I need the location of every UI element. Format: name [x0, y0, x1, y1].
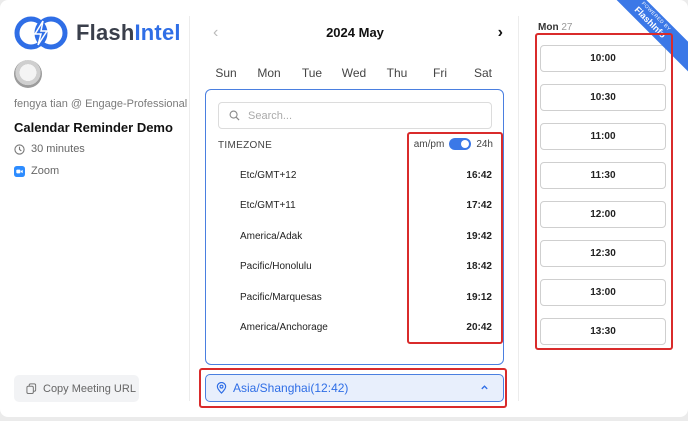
- timezone-time: 17:42: [466, 200, 492, 211]
- weekday-fri: Fri: [433, 66, 447, 80]
- next-month-button[interactable]: ›: [498, 23, 503, 43]
- timezone-option[interactable]: Pacific/Marquesas 19:12: [206, 288, 503, 308]
- chevron-up-icon: [481, 385, 488, 390]
- time-slot-button[interactable]: 11:30: [540, 162, 666, 189]
- timezone-time: 19:42: [466, 231, 492, 242]
- event-duration: 30 minutes: [14, 143, 85, 155]
- timezone-name: Pacific/Marquesas: [240, 292, 322, 303]
- timezone-time: 16:42: [466, 170, 492, 181]
- divider: [189, 16, 190, 401]
- timezone-option[interactable]: Pacific/Honolulu 18:42: [206, 257, 503, 277]
- weekday-sat: Sat: [473, 66, 492, 80]
- timezone-name: America/Adak: [240, 231, 303, 242]
- copy-meeting-url-button[interactable]: Copy Meeting URL: [14, 375, 139, 402]
- weekday-mon: Mon: [257, 66, 281, 80]
- month-header: ‹ 2024 May ›: [205, 23, 505, 43]
- timezone-name: America/Anchorage: [240, 322, 328, 333]
- timezone-name: Etc/GMT+11: [240, 200, 296, 211]
- weekday-tue: Tue: [301, 66, 323, 80]
- location-pin-icon: [216, 382, 227, 394]
- selected-day-name: Mon: [538, 22, 559, 33]
- timezone-select[interactable]: Asia/Shanghai(12:42): [205, 374, 504, 402]
- weekday-wed: Wed: [341, 66, 367, 80]
- weekday-thu: Thu: [386, 66, 408, 80]
- selected-day-header: Mon 27: [538, 22, 572, 33]
- divider: [518, 16, 519, 401]
- timezone-time: 20:42: [466, 322, 492, 333]
- selected-timezone-label: Asia/Shanghai(12:42): [233, 381, 349, 395]
- weekday-sun: Sun: [215, 66, 237, 80]
- brand-logo: FlashIntel: [14, 16, 181, 50]
- time-slot-button[interactable]: 12:30: [540, 240, 666, 267]
- time-slot-button[interactable]: 11:00: [540, 123, 666, 150]
- brand-name: FlashIntel: [76, 20, 181, 45]
- toggle-right-label: 24h: [476, 138, 493, 150]
- copy-icon: [26, 383, 37, 394]
- time-format-toggle-row: am/pm 24h: [414, 138, 493, 150]
- selected-day-date: 27: [561, 22, 573, 33]
- time-slot-button[interactable]: 13:30: [540, 318, 666, 345]
- timezone-name: Etc/GMT+12: [240, 170, 297, 181]
- timezone-option[interactable]: America/Adak 19:42: [206, 227, 503, 247]
- timezone-search: [218, 102, 492, 129]
- search-input[interactable]: [248, 109, 468, 122]
- copy-button-label: Copy Meeting URL: [43, 382, 136, 395]
- toggle-left-label: am/pm: [413, 138, 445, 150]
- timezone-option[interactable]: Etc/GMT+12 16:42: [206, 166, 503, 186]
- time-slot-button[interactable]: 10:30: [540, 84, 666, 111]
- duration-text: 30 minutes: [31, 143, 85, 155]
- event-location: Zoom: [14, 165, 59, 177]
- clock-icon: [14, 143, 25, 155]
- month-title: 2024 May: [326, 25, 384, 40]
- timezone-option[interactable]: America/Anchorage 20:42: [206, 318, 503, 338]
- search-icon: [229, 110, 240, 121]
- event-title: Calendar Reminder Demo: [14, 120, 173, 135]
- timezone-time: 18:42: [466, 261, 492, 272]
- time-slot-button[interactable]: 12:00: [540, 201, 666, 228]
- avatar: [14, 60, 42, 88]
- zoom-icon: [14, 165, 25, 177]
- flashintel-logo-icon: [14, 16, 68, 50]
- timezone-time: 19:12: [466, 292, 492, 303]
- booking-card: FlashIntel fengya tian @ Engage-Professi…: [0, 0, 688, 417]
- location-text: Zoom: [31, 165, 60, 177]
- time-slot-button[interactable]: 10:00: [540, 45, 666, 72]
- timezone-option[interactable]: Etc/GMT+11 17:42: [206, 196, 503, 216]
- host-line: fengya tian @ Engage-Professional: [14, 98, 188, 110]
- time-format-toggle[interactable]: [449, 138, 472, 150]
- timezone-name: Pacific/Honolulu: [240, 261, 312, 272]
- timezone-dropdown-panel: TIMEZONE am/pm 24h Etc/GMT+12 16:42 Etc/…: [205, 89, 504, 365]
- time-slot-button[interactable]: 13:00: [540, 279, 666, 306]
- timezone-label: TIMEZONE: [218, 140, 273, 151]
